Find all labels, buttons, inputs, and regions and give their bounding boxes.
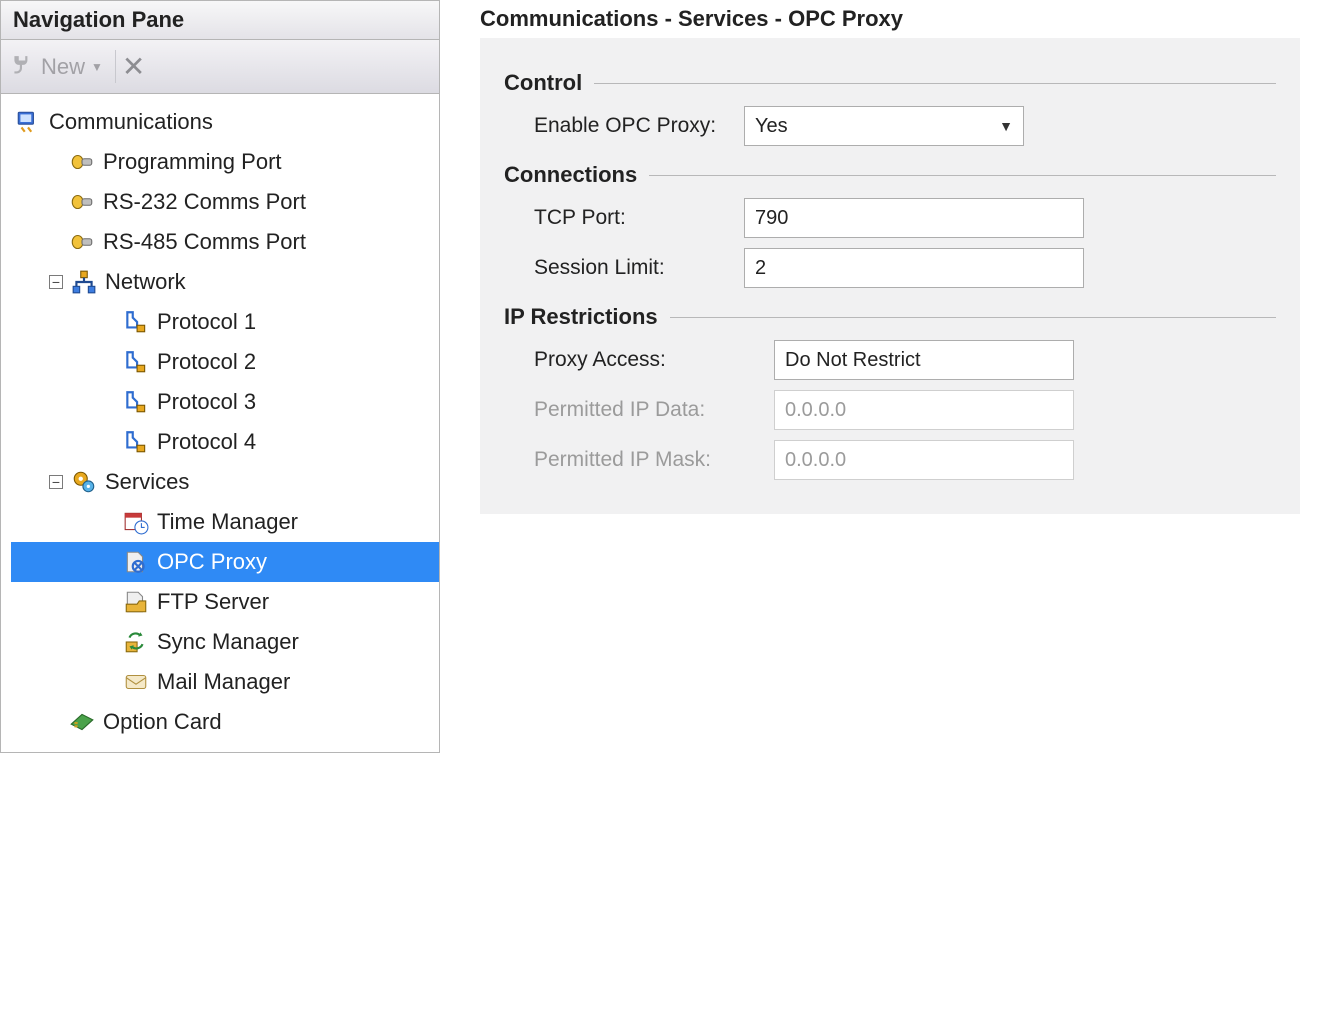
- tree-label: RS-485 Comms Port: [103, 229, 306, 255]
- input-value: 2: [755, 257, 766, 280]
- tree-item-time-manager[interactable]: Time Manager: [11, 502, 439, 542]
- tree-label: Programming Port: [103, 149, 282, 175]
- tree-item-sync-manager[interactable]: Sync Manager: [11, 622, 439, 662]
- field-label: Session Limit:: [534, 256, 744, 280]
- tree-item-network[interactable]: − Network: [11, 262, 439, 302]
- navigation-toolbar: New ▼ ✕: [1, 40, 439, 94]
- tree-item-protocol-4[interactable]: Protocol 4: [11, 422, 439, 462]
- field-label: TCP Port:: [534, 206, 744, 230]
- navigation-pane-title: Navigation Pane: [1, 1, 439, 40]
- field-permitted-ip-data: Permitted IP Data: 0.0.0.0: [534, 390, 1276, 430]
- tree-item-protocol-2[interactable]: Protocol 2: [11, 342, 439, 382]
- tree-label: Network: [105, 269, 186, 295]
- services-icon: [71, 469, 97, 495]
- input-value: 0.0.0.0: [785, 449, 846, 472]
- tree-label: FTP Server: [157, 589, 269, 615]
- input-value: 790: [755, 207, 788, 230]
- field-label: Proxy Access:: [534, 348, 774, 372]
- section-title: Connections: [504, 162, 637, 188]
- tree-label: Mail Manager: [157, 669, 290, 695]
- field-proxy-access: Proxy Access: Do Not Restrict: [534, 340, 1276, 380]
- navigation-pane: Navigation Pane New ▼ ✕ Communications P…: [0, 0, 440, 753]
- calendar-clock-icon: [123, 509, 149, 535]
- tree-label: RS-232 Comms Port: [103, 189, 306, 215]
- tree-label: Protocol 4: [157, 429, 256, 455]
- tree-label: Services: [105, 469, 189, 495]
- tree-label: Time Manager: [157, 509, 298, 535]
- new-button[interactable]: New ▼: [9, 54, 103, 80]
- tree-item-protocol-3[interactable]: Protocol 3: [11, 382, 439, 422]
- protocol-icon: [123, 349, 149, 375]
- field-label: Enable OPC Proxy:: [534, 114, 744, 138]
- opc-proxy-icon: [123, 549, 149, 575]
- field-permitted-ip-mask: Permitted IP Mask: 0.0.0.0: [534, 440, 1276, 480]
- tree: Communications Programming Port RS-232 C…: [1, 94, 439, 752]
- plug-icon: [9, 54, 35, 80]
- network-icon: [71, 269, 97, 295]
- tree-label: Protocol 3: [157, 389, 256, 415]
- permitted-ip-data-input: 0.0.0.0: [774, 390, 1074, 430]
- chevron-down-icon: ▼: [91, 60, 103, 74]
- tree-item-protocol-1[interactable]: Protocol 1: [11, 302, 439, 342]
- option-card-icon: [69, 709, 95, 735]
- field-enable-opc-proxy: Enable OPC Proxy: Yes ▼: [534, 106, 1276, 146]
- input-value: 0.0.0.0: [785, 399, 846, 422]
- section-title: IP Restrictions: [504, 304, 658, 330]
- tree-label: Protocol 1: [157, 309, 256, 335]
- settings-panel: Communications - Services - OPC Proxy Co…: [440, 0, 1342, 514]
- field-session-limit: Session Limit: 2: [534, 248, 1276, 288]
- section-title: Control: [504, 70, 582, 96]
- divider: [649, 175, 1276, 176]
- tree-item-services[interactable]: − Services: [11, 462, 439, 502]
- enable-opc-proxy-select[interactable]: Yes ▼: [744, 106, 1024, 146]
- proxy-access-select[interactable]: Do Not Restrict: [774, 340, 1074, 380]
- field-tcp-port: TCP Port: 790: [534, 198, 1276, 238]
- new-button-label: New: [41, 54, 85, 80]
- collapse-icon[interactable]: −: [49, 475, 63, 489]
- tree-item-programming-port[interactable]: Programming Port: [11, 142, 439, 182]
- tree-item-communications[interactable]: Communications: [11, 102, 439, 142]
- tcp-port-input[interactable]: 790: [744, 198, 1084, 238]
- divider: [670, 317, 1276, 318]
- tree-item-rs232-port[interactable]: RS-232 Comms Port: [11, 182, 439, 222]
- permitted-ip-mask-input: 0.0.0.0: [774, 440, 1074, 480]
- mail-icon: [123, 669, 149, 695]
- ftp-server-icon: [123, 589, 149, 615]
- tree-label: Option Card: [103, 709, 222, 735]
- tree-label: Sync Manager: [157, 629, 299, 655]
- port-icon: [69, 229, 95, 255]
- tree-item-rs485-port[interactable]: RS-485 Comms Port: [11, 222, 439, 262]
- select-value: Do Not Restrict: [785, 349, 921, 372]
- delete-button[interactable]: ✕: [115, 50, 151, 83]
- select-value: Yes: [755, 115, 788, 138]
- protocol-icon: [123, 309, 149, 335]
- section-ip-restrictions: IP Restrictions: [504, 304, 1276, 330]
- section-connections: Connections: [504, 162, 1276, 188]
- breadcrumb: Communications - Services - OPC Proxy: [480, 0, 1342, 34]
- sync-icon: [123, 629, 149, 655]
- protocol-icon: [123, 429, 149, 455]
- field-label: Permitted IP Mask:: [534, 448, 774, 472]
- port-icon: [69, 149, 95, 175]
- section-control: Control: [504, 70, 1276, 96]
- communications-icon: [15, 109, 41, 135]
- tree-item-option-card[interactable]: Option Card: [11, 702, 439, 742]
- chevron-down-icon: ▼: [999, 118, 1013, 134]
- panel-body: Control Enable OPC Proxy: Yes ▼ Connecti…: [480, 38, 1300, 514]
- tree-item-ftp-server[interactable]: FTP Server: [11, 582, 439, 622]
- tree-label: Protocol 2: [157, 349, 256, 375]
- tree-label: Communications: [49, 109, 213, 135]
- close-icon: ✕: [122, 51, 145, 82]
- field-label: Permitted IP Data:: [534, 398, 774, 422]
- protocol-icon: [123, 389, 149, 415]
- session-limit-input[interactable]: 2: [744, 248, 1084, 288]
- collapse-icon[interactable]: −: [49, 275, 63, 289]
- divider: [594, 83, 1276, 84]
- tree-label: OPC Proxy: [157, 549, 267, 575]
- port-icon: [69, 189, 95, 215]
- tree-item-mail-manager[interactable]: Mail Manager: [11, 662, 439, 702]
- tree-item-opc-proxy[interactable]: OPC Proxy: [11, 542, 439, 582]
